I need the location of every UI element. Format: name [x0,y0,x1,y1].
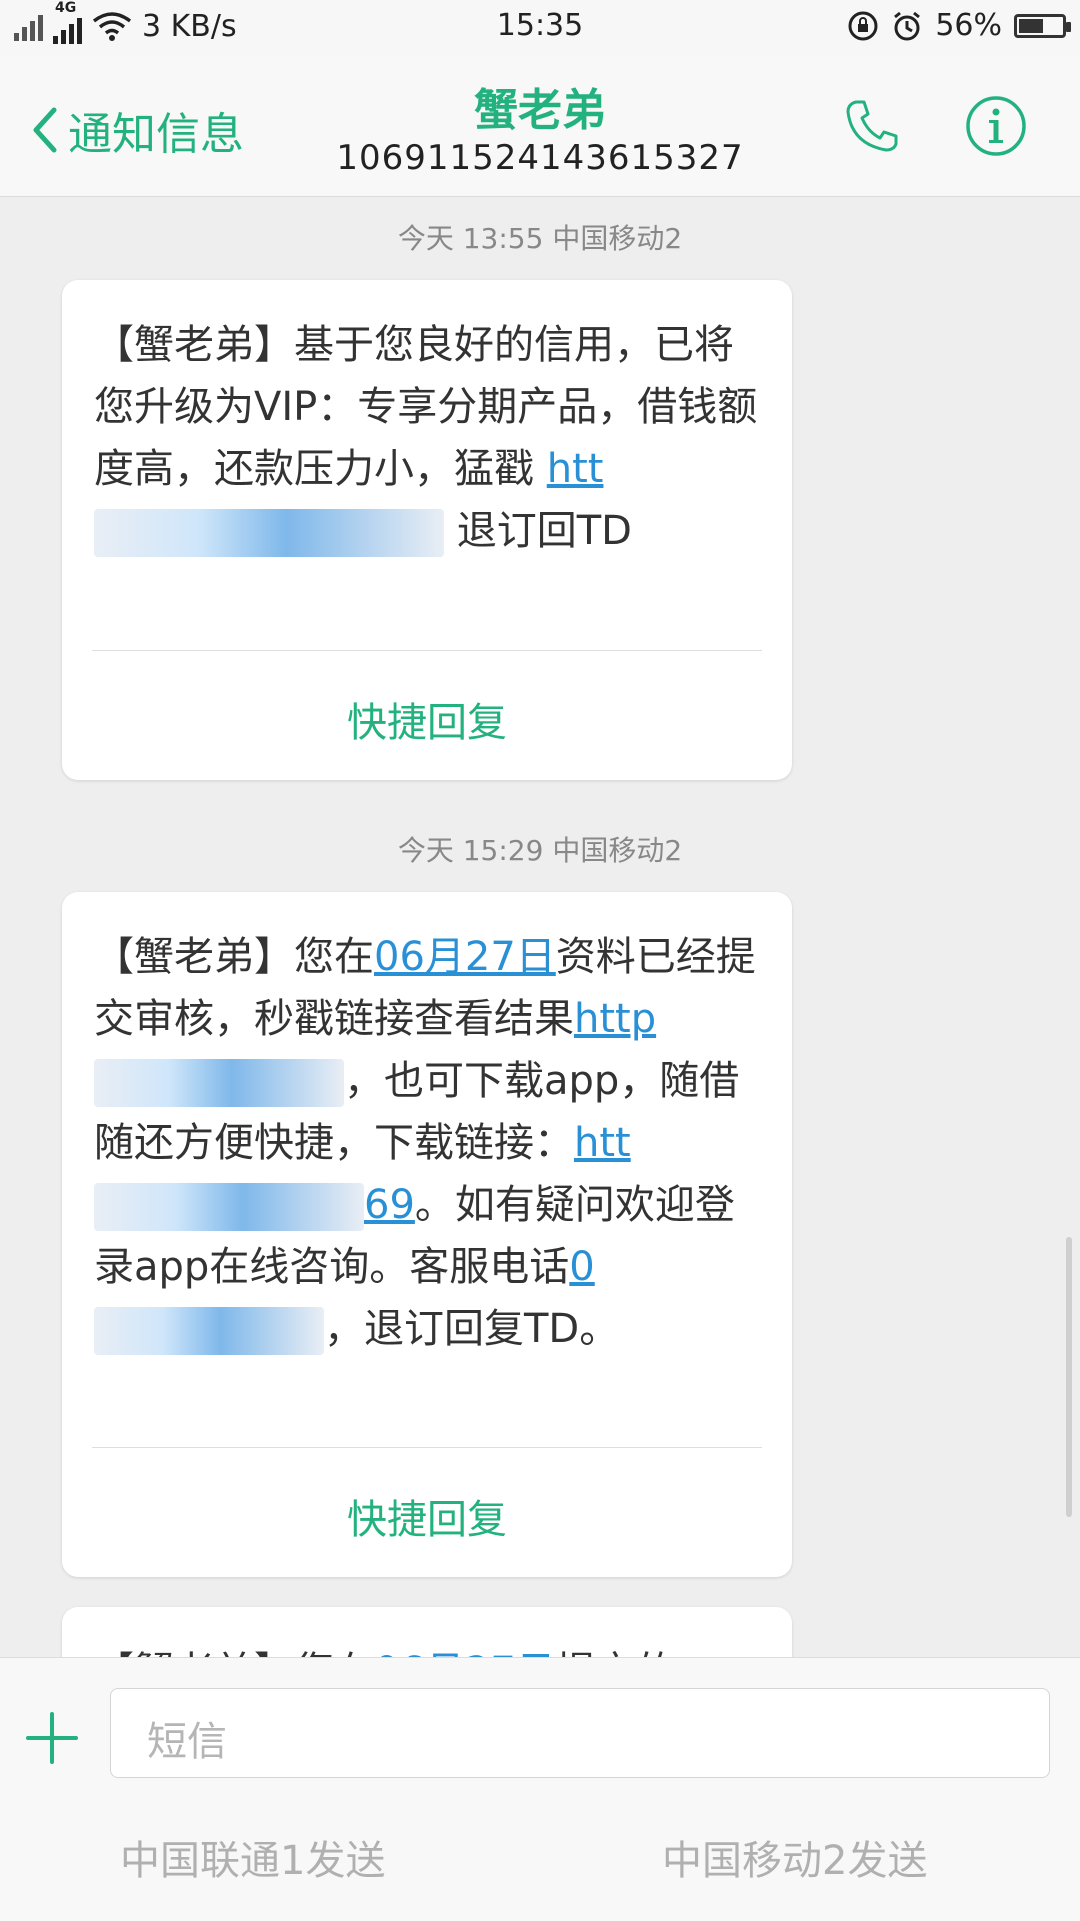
download-link[interactable]: htt [574,1120,631,1166]
message-link[interactable]: http [574,996,656,1042]
rotation-lock-icon [848,11,878,40]
phone-call-icon[interactable] [842,96,902,156]
scrollbar[interactable] [1066,1237,1072,1517]
conversation-header: 通知信息 蟹老弟 10691152414361532​7 [0,56,1080,197]
status-bar: 4G 3 KB/s 15:35 56% [0,0,1080,56]
bubble-divider [92,1447,762,1448]
date-link[interactable]: 06月27日 [374,934,556,980]
message-timestamp: 今天 15:29 中国移动2 [397,834,683,867]
message-bubble[interactable]: 【蟹老弟】您在06月27日提交的 [62,1607,792,1657]
quick-reply-button[interactable]: 快捷回复 [62,1487,792,1545]
message-list[interactable]: 今天 13:55 中国移动2 【蟹老弟】基于您良好的信用，已将您升级为VIP：专… [0,197,1080,1657]
info-icon[interactable] [964,94,1028,158]
phone-link[interactable]: 0 [569,1244,594,1290]
message-input[interactable]: 短信 [110,1688,1050,1778]
compose-bar: 短信 中国联通1发送 中国移动2发送 [0,1657,1080,1921]
send-sim2-button[interactable]: 中国移动2发送 [662,1828,927,1886]
battery-level [1019,18,1043,33]
battery-icon [1014,13,1071,38]
download-link-tail[interactable]: 69 [364,1182,415,1228]
message-link[interactable]: htt [547,446,604,492]
contact-number: 10691152414361532​7 [336,138,744,178]
add-attachment-icon[interactable] [24,1710,80,1766]
date-link[interactable]: 06月27日 [374,1649,556,1657]
message-bubble[interactable]: 【蟹老弟】基于您良好的信用，已将您升级为VIP：专享分期产品，借钱额度高，还款压… [62,280,792,780]
message-bubble[interactable]: 【蟹老弟】您在06月27日资料已经提交审核，秒戳链接查看结果http，也可下载a… [62,892,792,1577]
contact-name: 蟹老弟 [474,85,606,136]
message-text: 【蟹老弟】您在06月27日资料已经提交审核，秒戳链接查看结果http，也可下载a… [62,892,792,1360]
status-right: 56% [847,8,1071,43]
quick-reply-button[interactable]: 快捷回复 [62,690,792,748]
battery-percent: 56% [935,8,1002,43]
bubble-divider [92,650,762,651]
send-sim1-button[interactable]: 中国联通1发送 [120,1828,385,1886]
alarm-icon [894,11,921,40]
message-text: 【蟹老弟】基于您良好的信用，已将您升级为VIP：专享分期产品，借钱额度高，还款压… [62,280,792,562]
message-timestamp: 今天 13:55 中国移动2 [397,222,683,255]
message-text: 【蟹老弟】您在06月27日提交的 [62,1607,792,1657]
